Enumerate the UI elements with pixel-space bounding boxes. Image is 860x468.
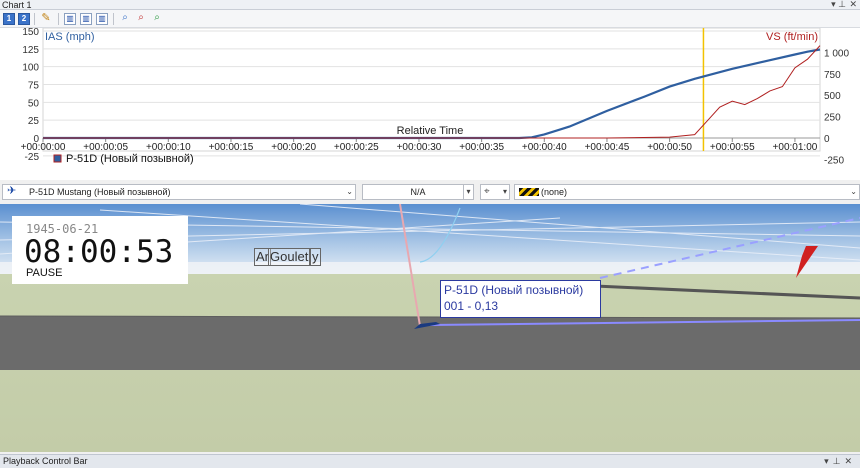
right-tick-label: 750 — [824, 70, 841, 81]
aircraft-select-value: P-51D Mustang (Новый позывной) — [29, 187, 171, 197]
telemetry-chart[interactable]: 1501251007550250-251 0007505002500-250+0… — [0, 28, 860, 180]
metric-select[interactable]: N/A ▾ — [362, 184, 474, 200]
close-icon[interactable]: ✕ — [849, 0, 857, 9]
selector-bar: ✈ P-51D Mustang (Новый позывной) ⌄ N/A ▾… — [0, 182, 860, 202]
zoom-out-icon[interactable]: ⌕ — [135, 13, 147, 25]
map-label: Goulet — [268, 248, 311, 266]
left-tick-label: 150 — [22, 28, 39, 38]
hazard-stripe-icon — [519, 188, 539, 196]
chart-type-icon[interactable]: ▥ — [64, 13, 76, 25]
left-tick-label: 100 — [22, 63, 39, 74]
x-tick-label: +00:00:50 — [647, 142, 692, 153]
pin-icon[interactable]: ▾ ⊥ — [831, 0, 846, 9]
x-tick-label: +00:00:45 — [585, 142, 630, 153]
x-tick-label: +00:00:25 — [334, 142, 379, 153]
legend-label: P-51D (Новый позывной) — [66, 153, 194, 165]
overlay-select-value: (none) — [541, 187, 568, 197]
camera-icon: ⌖ — [484, 186, 490, 197]
x-tick-label: +00:00:40 — [522, 142, 567, 153]
metric-select-value: N/A — [410, 187, 426, 197]
aircraft-icon: ✈ — [7, 185, 17, 197]
toolbar-separator — [58, 13, 59, 25]
dropdown-arrow-icon: ▾ — [463, 185, 473, 199]
chart-toolbar: 1 2 ✎ ▥ ▥ ▥ ⌕ ⌕ ⌕ — [0, 10, 860, 28]
left-tick-label: -25 — [25, 152, 40, 163]
right-axis-label: VS (ft/min) — [766, 31, 818, 43]
x-axis-label: Relative Time — [397, 125, 464, 137]
right-tick-label: 1 000 — [824, 48, 849, 59]
simulation-clock: 1945-06-21 08:00:53 PAUSE — [12, 216, 188, 284]
wrench-icon[interactable]: ✎ — [40, 13, 52, 25]
x-tick-label: +00:00:15 — [209, 142, 254, 153]
camera-mode-button[interactable]: ⌖ ▾ — [480, 184, 510, 200]
sim-time: 08:00:53 — [24, 234, 174, 270]
panel-controls[interactable]: ▾⊥✕ — [824, 455, 856, 467]
chart-title-text: Chart 1 — [2, 0, 32, 10]
toolbar-separator — [113, 13, 114, 25]
left-axis-label: IAS (mph) — [45, 31, 95, 43]
x-tick-label: +00:00:30 — [397, 142, 442, 153]
right-tick-label: 500 — [824, 91, 841, 102]
aircraft-tag[interactable]: P-51D (Новый позывной) 001 - 0,13 — [440, 280, 601, 318]
x-tick-label: +00:00:00 — [21, 142, 66, 153]
zoom-icon[interactable]: ⌕ — [119, 13, 131, 25]
x-tick-label: +00:00:35 — [459, 142, 504, 153]
layout-1-button[interactable]: 1 — [3, 13, 15, 25]
map-label: y — [310, 248, 321, 266]
aircraft-tag-callsign: P-51D (Новый позывной) — [444, 283, 584, 297]
overlay-select[interactable]: (none) ⌄ — [514, 184, 860, 200]
x-tick-label: +00:00:55 — [710, 142, 755, 153]
chart-type-icon[interactable]: ▥ — [96, 13, 108, 25]
playback-status: PAUSE — [26, 267, 63, 279]
right-tick-label: 250 — [824, 113, 841, 124]
right-tick-label: -250 — [824, 155, 844, 166]
x-tick-label: +00:00:20 — [271, 142, 316, 153]
aircraft-tag-info: 001 - 0,13 — [444, 299, 499, 313]
x-tick-label: +00:00:10 — [146, 142, 191, 153]
chart-type-icon[interactable]: ▥ — [80, 13, 92, 25]
left-tick-label: 125 — [22, 45, 39, 56]
playback-control-bar: Playback Control Bar ▾⊥✕ — [0, 454, 860, 468]
left-tick-label: 75 — [28, 81, 40, 92]
dropdown-arrow-icon: ▾ — [502, 187, 507, 196]
left-tick-label: 50 — [28, 98, 40, 109]
x-tick-label: +00:01:00 — [773, 142, 818, 153]
playback-bar-title: Playback Control Bar — [3, 456, 88, 466]
aircraft-select[interactable]: ✈ P-51D Mustang (Новый позывной) ⌄ — [2, 184, 356, 200]
x-tick-label: +00:00:05 — [83, 142, 128, 153]
layout-2-button[interactable]: 2 — [18, 13, 30, 25]
chevron-down-icon: ⌄ — [850, 187, 857, 196]
left-tick-label: 25 — [28, 116, 40, 127]
toolbar-separator — [34, 13, 35, 25]
zoom-fit-icon[interactable]: ⌕ — [151, 13, 163, 25]
legend-swatch — [53, 154, 62, 163]
right-tick-label: 0 — [824, 134, 830, 145]
chart-panel-title: Chart 1 ▾ ⊥ ✕ — [0, 0, 860, 10]
chevron-down-icon: ⌄ — [346, 187, 353, 196]
